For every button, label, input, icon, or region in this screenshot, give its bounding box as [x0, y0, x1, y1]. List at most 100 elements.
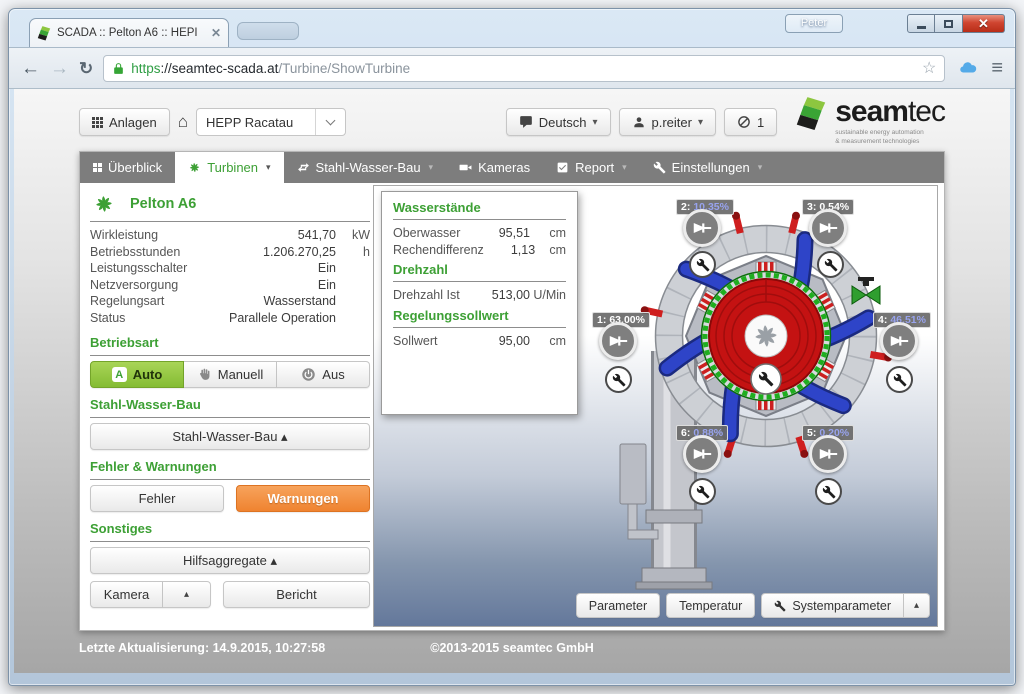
- language-button[interactable]: Deutsch ▾: [506, 108, 611, 136]
- wrench-icon: [696, 258, 710, 272]
- row-value: Wasserstand: [206, 293, 336, 310]
- tab-kameras[interactable]: Kameras: [446, 152, 543, 183]
- wrench-icon: [653, 161, 666, 174]
- nozzle-4-wrench-button[interactable]: [886, 366, 913, 393]
- url-bar[interactable]: https://seamtec-scada.at/Turbine/ShowTur…: [103, 55, 945, 82]
- tab-report[interactable]: Report ▾: [543, 152, 640, 183]
- kamera-button-group: Kamera ▴: [90, 581, 211, 608]
- diagram-action-buttons: Parameter Temperatur Systemparameter ▴: [576, 593, 930, 618]
- betriebsart-heading: Betriebsart: [90, 335, 370, 354]
- row-value: 513,00: [470, 287, 530, 304]
- close-icon: ✕: [978, 16, 989, 32]
- nozzle-2-wrench-button[interactable]: [689, 251, 716, 278]
- parameter-button[interactable]: Parameter: [576, 593, 660, 618]
- row-value: 95,51: [470, 225, 530, 242]
- window-close-button[interactable]: ✕: [963, 14, 1005, 33]
- tab-label: Überblick: [108, 160, 162, 175]
- desktop-background: SCADA :: Pelton A6 :: HEPI ✕ Peter ✕ ← →…: [0, 0, 1024, 694]
- temperatur-button[interactable]: Temperatur: [666, 593, 755, 618]
- home-icon[interactable]: ⌂: [178, 112, 188, 132]
- auto-button[interactable]: A Auto: [90, 361, 184, 388]
- kamera-button[interactable]: Kamera: [90, 581, 163, 608]
- forward-button[interactable]: →: [50, 59, 69, 78]
- browser-window: SCADA :: Pelton A6 :: HEPI ✕ Peter ✕ ← →…: [8, 8, 1016, 686]
- divider: [90, 479, 370, 480]
- aus-button[interactable]: Aus: [277, 361, 370, 388]
- hilfsaggregate-button[interactable]: Hilfsaggregate ▴: [90, 547, 370, 574]
- card-body: Pelton A6 Wirkleistung541,70kW Betriebss…: [80, 183, 944, 632]
- person-icon: [632, 115, 646, 129]
- reload-button[interactable]: ↻: [79, 60, 93, 77]
- wrench-icon: [612, 373, 626, 387]
- measure-row: Rechendifferenz1,13cm: [393, 242, 566, 259]
- row-label: Oberwasser: [393, 225, 470, 242]
- report-check-icon: [556, 161, 569, 174]
- browser-tab[interactable]: SCADA :: Pelton A6 :: HEPI ✕: [29, 18, 229, 47]
- kamera-caret-button[interactable]: ▴: [163, 581, 211, 608]
- wrench-icon: [774, 600, 786, 612]
- nozzle-2-button[interactable]: [683, 209, 721, 247]
- window-minimize-button[interactable]: [907, 14, 935, 33]
- nozzle-3-button[interactable]: [809, 209, 847, 247]
- anlagen-button[interactable]: Anlagen: [79, 108, 170, 136]
- tab-turbinen[interactable]: Turbinen ▾: [175, 152, 283, 183]
- row-unit: cm: [530, 333, 566, 350]
- status-row: RegelungsartWasserstand: [90, 293, 370, 310]
- browser-profile-badge[interactable]: Peter: [785, 14, 843, 33]
- window-maximize-button[interactable]: [935, 14, 963, 33]
- manuell-button[interactable]: Manuell: [184, 361, 277, 388]
- url-scheme: https: [131, 61, 160, 76]
- panel-title: Pelton A6: [90, 189, 370, 220]
- fehler-button[interactable]: Fehler: [90, 485, 224, 512]
- nozzle-6-button[interactable]: [683, 435, 721, 473]
- warnungen-button[interactable]: Warnungen: [236, 485, 370, 512]
- turbine-diagram: Wasserstände Oberwasser95,51cm Rechendif…: [373, 185, 938, 627]
- nozzle-5-wrench-button[interactable]: [815, 478, 842, 505]
- bericht-button[interactable]: Bericht: [223, 581, 370, 608]
- user-button[interactable]: p.reiter ▾: [619, 108, 717, 136]
- url-text: https://seamtec-scada.at/Turbine/ShowTur…: [131, 61, 410, 76]
- betriebsart-button-group: A Auto Manuell Aus: [90, 361, 370, 388]
- row-unit: U/Min: [530, 287, 566, 304]
- nozzle-6-wrench-button[interactable]: [689, 478, 716, 505]
- tab-label: Turbinen: [207, 160, 258, 175]
- tab-label: Einstellungen: [672, 160, 750, 175]
- bookmark-star-icon[interactable]: ☆: [922, 58, 936, 78]
- tab-close-icon[interactable]: ✕: [211, 26, 221, 40]
- nozzle-4-button[interactable]: [880, 322, 918, 360]
- sonstiges-heading: Sonstiges: [90, 521, 370, 540]
- runner-center: [745, 315, 787, 357]
- kamera-bericht-row: Kamera ▴ Bericht: [90, 581, 370, 608]
- stahl-wasser-bau-button[interactable]: Stahl-Wasser-Bau ▴: [90, 423, 370, 450]
- measurements-panel: Wasserstände Oberwasser95,51cm Rechendif…: [381, 191, 578, 415]
- wrench-icon: [824, 258, 838, 272]
- row-value: 541,70: [206, 227, 336, 244]
- nozzle-1-wrench-button[interactable]: [605, 366, 632, 393]
- session-count-button[interactable]: 1: [724, 108, 777, 136]
- anlagen-label: Anlagen: [109, 115, 157, 130]
- row-label: Drehzahl Ist: [393, 287, 470, 304]
- plant-selector[interactable]: HEPP Racatau: [196, 108, 346, 136]
- plant-selector-caret[interactable]: [315, 109, 345, 135]
- measure-row: Sollwert95,00cm: [393, 333, 566, 350]
- nozzle-3-wrench-button[interactable]: [817, 251, 844, 278]
- systemparameter-caret-button[interactable]: ▴: [904, 593, 930, 618]
- measure-row: Drehzahl Ist513,00U/Min: [393, 287, 566, 304]
- systemparameter-button[interactable]: Systemparameter: [761, 593, 904, 618]
- tab-ueberblick[interactable]: Überblick: [80, 152, 175, 183]
- row-unit: [336, 260, 370, 277]
- new-tab-button[interactable]: [237, 22, 299, 40]
- browser-menu-icon[interactable]: ≡: [991, 58, 1003, 78]
- cloud-extension-icon[interactable]: [955, 58, 981, 78]
- nozzle-icon: [607, 330, 629, 352]
- back-button[interactable]: ←: [21, 59, 40, 78]
- nozzle-1-button[interactable]: [599, 322, 637, 360]
- nozzle-5-button[interactable]: [809, 435, 847, 473]
- seamtec-logo-icon: [795, 97, 827, 131]
- row-label: Rechendifferenz: [393, 242, 484, 259]
- tab-einstellungen[interactable]: Einstellungen ▾: [640, 152, 776, 183]
- status-row: Wirkleistung541,70kW: [90, 227, 370, 244]
- browser-toolbar: ← → ↻ https://seamtec-scada.at/Turbine/S…: [9, 47, 1015, 89]
- tab-stahl-wasser-bau[interactable]: Stahl-Wasser-Bau ▾: [284, 152, 447, 183]
- status-row: Betriebsstunden1.206.270,25h: [90, 244, 370, 261]
